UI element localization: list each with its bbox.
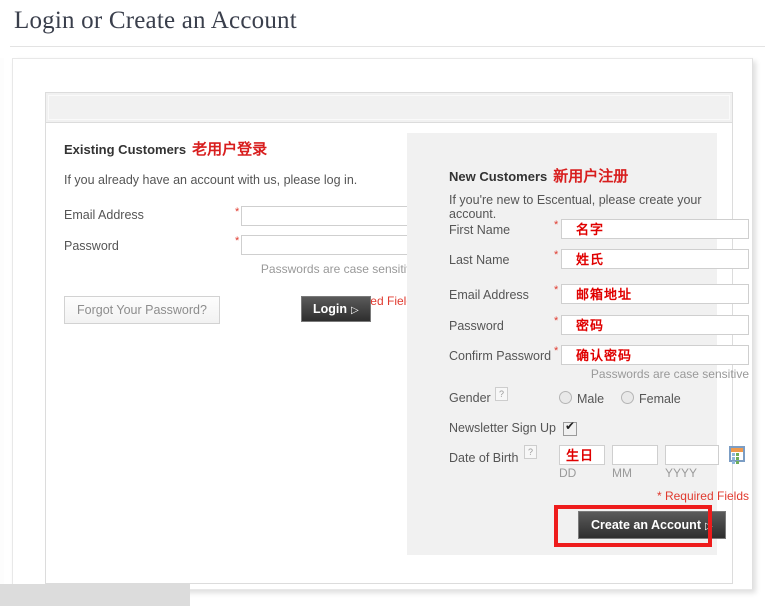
new-first-name-input[interactable]: 名字 (561, 219, 749, 239)
panel-header-bar (46, 93, 732, 123)
existing-email-input[interactable] (241, 206, 419, 226)
new-last-name-label: Last Name (449, 253, 510, 267)
dob-day-sublabel: DD (559, 466, 577, 480)
gender-male-label: Male (577, 392, 605, 406)
existing-email-row: Email Address * (64, 203, 419, 234)
new-password-label: Password (449, 319, 504, 333)
title-divider (10, 46, 765, 47)
gender-female-option[interactable]: Female (621, 391, 697, 406)
existing-heading-text: Existing Customers (64, 142, 187, 157)
existing-heading-cn: 老用户登录 (192, 141, 268, 158)
existing-intro-text: If you already have an account with us, … (64, 173, 358, 187)
new-required-note: * Required Fields (656, 489, 749, 503)
new-password-input[interactable]: 密码 (561, 315, 749, 335)
new-first-name-label: First Name (449, 223, 511, 237)
existing-password-label: Password (64, 239, 119, 253)
new-confirm-password-input[interactable]: 确认密码 (561, 345, 749, 365)
existing-password-case-hint: Passwords are case sensitive (260, 262, 419, 276)
newsletter-label: Newsletter Sign Up (449, 421, 556, 435)
new-password-case-hint: Passwords are case sensitive (590, 367, 749, 381)
dob-year-input[interactable] (665, 445, 719, 465)
new-customers-column: New Customers 新用户注册 If you're new to Esce… (407, 133, 749, 555)
existing-customers-heading: Existing Customers 老用户登录 (64, 138, 394, 159)
new-heading-cn: 新用户注册 (553, 168, 629, 185)
existing-password-input[interactable] (241, 235, 419, 255)
gender-help-icon[interactable]: ? (495, 387, 508, 401)
new-first-name-required-asterisk: * (554, 219, 559, 231)
new-last-name-input[interactable]: 姓氏 (561, 249, 749, 269)
login-arrow-icon: ▷ (351, 305, 359, 316)
existing-customers-column: Existing Customers 老用户登录 If you already h… (64, 138, 419, 324)
new-confirm-password-label: Confirm Password (449, 349, 552, 363)
page-left-edge (0, 58, 4, 588)
page-title: Login or Create an Account (14, 7, 297, 34)
login-button[interactable]: Login ▷ (301, 296, 371, 322)
new-confirm-password-required-asterisk: * (554, 345, 559, 357)
new-last-name-required-asterisk: * (554, 249, 559, 261)
dob-year-sublabel: YYYY (665, 466, 698, 480)
new-intro-text: If you're new to Escentual, please creat… (449, 193, 702, 221)
newsletter-checkbox[interactable] (563, 419, 577, 436)
create-account-annotation-box (554, 505, 712, 547)
gender-male-option[interactable]: Male (559, 391, 620, 406)
new-customers-heading: New Customers 新用户注册 (449, 165, 628, 186)
gender-female-label: Female (639, 392, 681, 406)
new-email-input[interactable]: 邮箱地址 (561, 284, 749, 304)
existing-email-label: Email Address (64, 208, 144, 222)
new-email-label: Email Address (449, 288, 529, 302)
gender-label: Gender (449, 391, 491, 405)
existing-password-row: Password * (64, 234, 419, 262)
existing-password-required-asterisk: * (235, 235, 240, 247)
date-of-birth-help-icon[interactable]: ? (524, 445, 537, 459)
existing-email-required-asterisk: * (235, 206, 240, 218)
date-of-birth-label: Date of Birth (449, 451, 519, 465)
dob-day-input[interactable]: 生日 (559, 445, 605, 465)
calendar-icon[interactable] (729, 446, 745, 464)
gender-male-radio[interactable] (559, 391, 572, 404)
login-button-label: Login (313, 302, 348, 316)
dob-month-input[interactable] (612, 445, 658, 465)
new-heading-text: New Customers (449, 169, 548, 184)
new-password-required-asterisk: * (554, 315, 559, 327)
forgot-password-button[interactable]: Forgot Your Password? (64, 296, 220, 324)
dob-month-sublabel: MM (612, 466, 632, 480)
new-email-required-asterisk: * (554, 284, 559, 296)
gender-female-radio[interactable] (621, 391, 634, 404)
browser-bottom-bar (0, 584, 190, 606)
